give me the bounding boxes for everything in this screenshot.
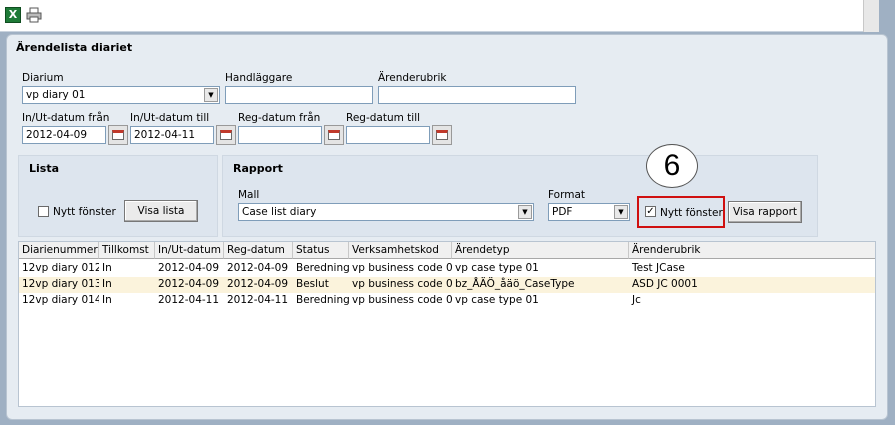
calendar-icon[interactable] [432,125,452,145]
column-header[interactable]: Ärenderubrik [629,242,875,259]
cell-inut-datum: 2012-04-09 [158,278,220,290]
visa-rapport-button[interactable]: Visa rapport [728,201,802,223]
format-value: PDF [552,206,573,218]
reg-fran-input[interactable] [238,126,322,144]
column-header[interactable]: Verksamhetskod [349,242,452,259]
cell-status: Beslut [296,278,329,290]
results-grid: Diarienummer∠ Tillkomst In/Ut-datum Reg-… [18,241,876,407]
visa-lista-button[interactable]: Visa lista [124,200,198,222]
column-header[interactable]: Diarienummer∠ [19,242,99,259]
cell-status: Beredning [296,294,349,306]
toolbar: X [0,0,879,32]
cell-verksamhetskod: vp business code 01 [352,262,452,274]
mall-value: Case list diary [242,206,317,218]
reg-fran-label: Reg-datum från [238,112,321,124]
cell-reg-datum: 2012-04-11 [227,294,289,306]
diarium-select[interactable]: vp diary 01 ▼ [22,86,220,104]
rapport-title: Rapport [233,162,283,175]
table-row[interactable]: 12vp diary 012 In 2012-04-09 2012-04-09 … [19,261,875,277]
cell-arenderubrik: Test JCase [632,262,685,274]
cell-reg-datum: 2012-04-09 [227,262,289,274]
chevron-down-icon[interactable]: ▼ [518,205,532,219]
cell-arendetyp: vp case type 01 [455,294,539,306]
callout-highlight-box [637,196,725,228]
inut-till-input[interactable]: 2012-04-11 [130,126,214,144]
calendar-icon[interactable] [108,125,128,145]
arenderubrik-input[interactable] [378,86,576,104]
table-row[interactable]: 12vp diary 014 In 2012-04-11 2012-04-11 … [19,293,875,309]
lista-box: Lista [18,155,218,237]
cell-verksamhetskod: vp business code 01 [352,278,452,290]
cell-status: Beredning [296,262,349,274]
column-header[interactable]: Tillkomst [99,242,155,259]
column-header[interactable]: In/Ut-datum [155,242,224,259]
reg-till-input[interactable] [346,126,430,144]
handlaggare-input[interactable] [225,86,373,104]
cell-inut-datum: 2012-04-11 [158,294,220,306]
cell-arendetyp: bz_ÅÄÖ_åäö_CaseType [455,278,575,290]
lista-title: Lista [29,162,60,175]
lista-new-window-label: Nytt fönster [53,206,116,218]
column-header-label: Diarienummer [22,244,98,256]
printer-icon[interactable] [26,7,42,23]
mall-select[interactable]: Case list diary ▼ [238,203,534,221]
format-select[interactable]: PDF ▼ [548,203,630,221]
diarium-label: Diarium [22,72,64,84]
column-header[interactable]: Reg-datum [224,242,293,259]
column-header[interactable]: Ärendetyp [452,242,629,259]
cell-tillkomst: In [102,294,112,306]
chevron-down-icon[interactable]: ▼ [204,88,218,102]
cell-reg-datum: 2012-04-09 [227,278,289,290]
column-header[interactable]: Status [293,242,349,259]
lista-new-window-checkbox[interactable] [38,206,49,217]
callout-number: 6 [646,144,698,188]
format-label: Format [548,189,586,201]
cell-arenderubrik: Jc [632,294,641,306]
calendar-icon[interactable] [324,125,344,145]
cell-inut-datum: 2012-04-09 [158,262,220,274]
cell-verksamhetskod: vp business code 01 [352,294,452,306]
inut-fran-input[interactable]: 2012-04-09 [22,126,106,144]
handlaggare-label: Handläggare [225,72,293,84]
arenderubrik-label: Ärenderubrik [378,72,447,84]
reg-till-label: Reg-datum till [346,112,421,124]
cell-arenderubrik: ASD JC 0001 [632,278,698,290]
cell-diarienummer: 12vp diary 013 [22,278,99,290]
cell-tillkomst: In [102,262,112,274]
rapport-box: Rapport [222,155,818,237]
panel-title: Ärendelista diariet [16,41,133,54]
excel-icon[interactable]: X [5,7,21,23]
inut-fran-label: In/Ut-datum från [22,112,110,124]
inut-till-label: In/Ut-datum till [130,112,210,124]
chevron-down-icon[interactable]: ▼ [614,205,628,219]
calendar-icon[interactable] [216,125,236,145]
cell-tillkomst: In [102,278,112,290]
scrollbar[interactable] [863,0,879,32]
cell-diarienummer: 12vp diary 012 [22,262,99,274]
mall-label: Mall [238,189,260,201]
table-row[interactable]: 12vp diary 013 In 2012-04-09 2012-04-09 … [19,277,875,293]
diarium-value: vp diary 01 [26,89,86,101]
cell-diarienummer: 12vp diary 014 [22,294,99,306]
cell-arendetyp: vp case type 01 [455,262,539,274]
